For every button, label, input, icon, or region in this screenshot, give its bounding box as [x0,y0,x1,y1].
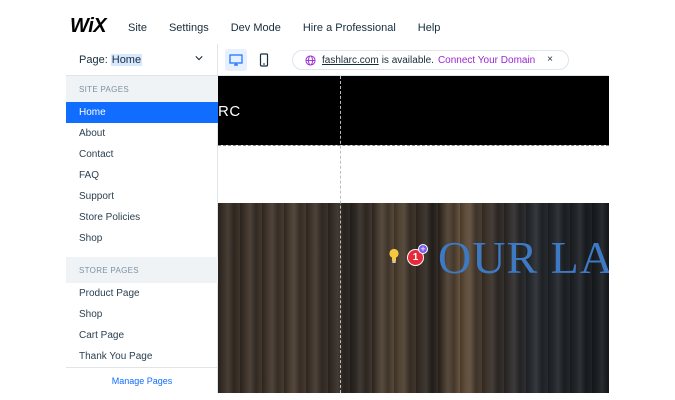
desktop-view-button[interactable] [225,49,247,71]
page-item-store-shop[interactable]: Shop [66,304,218,325]
top-menu: Site Settings Dev Mode Hire a Profession… [128,22,462,34]
connect-domain-link[interactable]: Connect Your Domain [438,55,535,66]
lightbulb-icon[interactable] [388,248,400,264]
add-icon[interactable]: + [418,244,428,254]
pages-dropdown: SITE PAGES Home About Contact FAQ Suppor… [66,76,218,393]
page-selector[interactable]: Page: Home [66,44,218,76]
manage-pages-button[interactable]: Manage Pages [66,367,218,393]
domain-name[interactable]: fashlarc.com [322,55,379,66]
desktop-icon [229,54,243,66]
top-bar: WiX Site Settings Dev Mode Hire a Profes… [66,0,609,44]
page-item-about[interactable]: About [66,123,218,144]
hero-title[interactable]: OUR LA [438,231,609,284]
site-header[interactable]: RC [218,76,609,145]
wix-logo[interactable]: WiX [70,15,107,38]
editor-canvas[interactable]: RC OUR LA 1 + [218,76,609,393]
page-item-thank-you-page[interactable]: Thank You Page [66,346,218,367]
mobile-view-button[interactable] [253,49,275,71]
page-item-product-page[interactable]: Product Page [66,283,218,304]
menu-help[interactable]: Help [418,22,441,34]
page-item-contact[interactable]: Contact [66,144,218,165]
hero-section[interactable]: OUR LA [218,203,609,393]
page-selector-label: Page: [79,54,108,66]
site-pages-header: SITE PAGES [66,76,218,102]
blank-strip[interactable] [218,146,609,203]
gridline-guide [340,76,341,393]
chevron-down-icon [195,56,203,61]
domain-availability-bar: fashlarc.com is available. Connect Your … [292,50,569,70]
menu-hire-professional[interactable]: Hire a Professional [303,22,396,34]
secondary-toolbar: Page: Home fashlarc.com is available. Co… [66,44,609,76]
mobile-icon [259,53,269,67]
menu-site[interactable]: Site [128,22,147,34]
page-item-faq[interactable]: FAQ [66,165,218,186]
page-selector-value: Home [110,54,143,66]
menu-dev-mode[interactable]: Dev Mode [231,22,281,34]
page-item-cart-page[interactable]: Cart Page [66,325,218,346]
editor-frame: WiX Site Settings Dev Mode Hire a Profes… [66,0,609,393]
domain-status-text: is available. [381,54,434,66]
page-item-home[interactable]: Home [66,102,218,123]
site-name-text[interactable]: RC [218,103,241,120]
page-item-shop[interactable]: Shop [66,228,218,249]
page-item-store-policies[interactable]: Store Policies [66,207,218,228]
menu-settings[interactable]: Settings [169,22,209,34]
globe-icon [305,54,316,66]
close-icon[interactable]: × [547,54,553,65]
store-pages-header: STORE PAGES [66,257,218,283]
page-item-support[interactable]: Support [66,186,218,207]
